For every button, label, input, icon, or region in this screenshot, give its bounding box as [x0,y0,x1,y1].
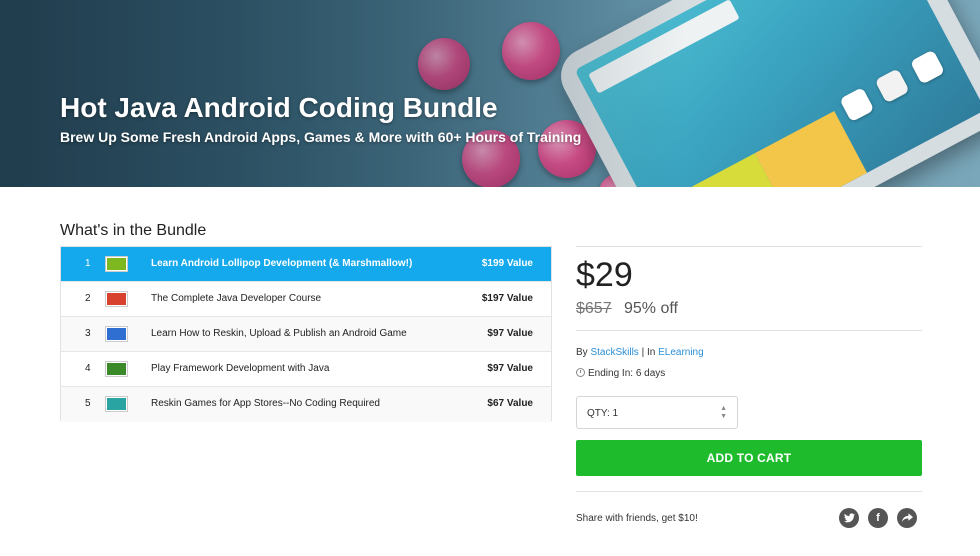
bundle-item[interactable]: 5 Reskin Games for App Stores--No Coding… [61,387,551,422]
original-price: $657 [576,300,612,317]
share-text: Share with friends, get $10! [576,513,698,524]
ending-countdown: Ending In: 6 days [576,368,665,379]
quantity-select[interactable]: QTY: 1 ▲ ▼ [576,396,738,429]
bundle-item[interactable]: 2 The Complete Java Developer Course $19… [61,282,551,317]
discount-label: 95% off [624,300,678,317]
ending-text: Ending In: 6 days [588,368,666,379]
divider [576,491,922,492]
clock-icon [576,368,585,377]
item-number: 1 [85,258,91,269]
item-value: $97 Value [487,363,533,374]
by-line: By StackSkills | In ELearning [576,347,704,358]
hero-subtitle: Brew Up Some Fresh Android Apps, Games &… [60,129,582,145]
item-number: 3 [85,328,91,339]
hero-title: Hot Java Android Coding Bundle [60,92,498,123]
category-link[interactable]: ELearning [658,347,704,358]
sale-price: $29 [576,256,633,294]
course-thumbnail [105,326,128,342]
vendor-link[interactable]: StackSkills [590,347,638,358]
item-title: Play Framework Development with Java [151,363,330,374]
bundle-item[interactable]: 3 Learn How to Reskin, Upload & Publish … [61,317,551,352]
item-value: $97 Value [487,328,533,339]
item-title: Learn How to Reskin, Upload & Publish an… [151,328,407,339]
twitter-icon[interactable] [839,508,859,528]
facebook-icon[interactable]: f [868,508,888,528]
course-thumbnail [105,396,128,412]
item-value: $199 Value [481,258,533,269]
quantity-value: QTY: 1 [587,408,619,419]
course-thumbnail [105,291,128,307]
bundle-list: 1 Learn Android Lollipop Development (& … [60,246,552,422]
item-number: 4 [85,363,91,374]
bundle-heading: What's in the Bundle [60,222,207,239]
item-title: Reskin Games for App Stores--No Coding R… [151,398,380,409]
divider [576,246,922,247]
add-to-cart-button[interactable]: ADD TO CART [576,440,922,476]
category-separator: | In [638,347,659,358]
hero-banner: Hot Java Android Coding Bundle Brew Up S… [0,0,980,187]
share-icon[interactable] [897,508,917,528]
by-prefix: By [576,347,591,358]
bundle-item[interactable]: 4 Play Framework Development with Java $… [61,352,551,387]
select-arrows-icon: ▲ ▼ [720,405,727,420]
item-number: 2 [85,293,91,304]
item-title: Learn Android Lollipop Development (& Ma… [151,258,413,269]
item-value: $67 Value [487,398,533,409]
bundle-item[interactable]: 1 Learn Android Lollipop Development (& … [61,247,551,282]
item-value: $197 Value [481,293,533,304]
item-title: The Complete Java Developer Course [151,293,322,304]
course-thumbnail [105,361,128,377]
divider [576,330,922,331]
course-thumbnail [105,256,128,272]
item-number: 5 [85,398,91,409]
